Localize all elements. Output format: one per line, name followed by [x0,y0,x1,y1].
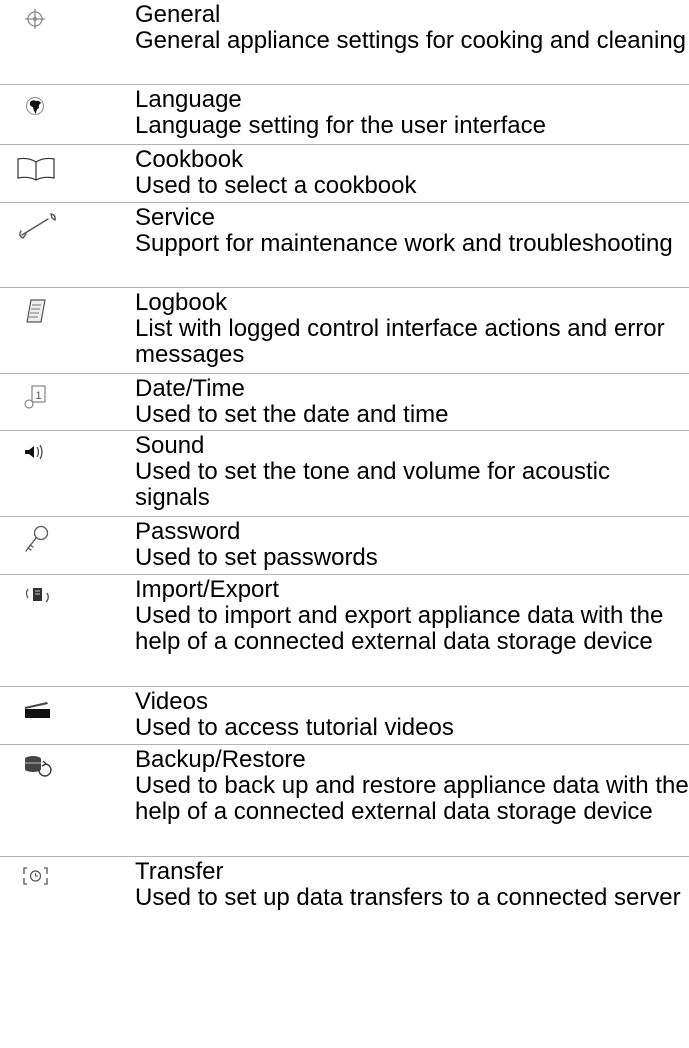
icon-cell [0,517,135,574]
row-description: Language setting for the user interface [135,112,546,139]
svg-text:1: 1 [35,390,41,402]
table-row: Password Used to set passwords [0,517,689,575]
table-row: Transfer Used to set up data transfers t… [0,857,689,948]
text-cell: Transfer Used to set up data transfers t… [135,857,689,948]
text-cell: Password Used to set passwords [135,517,689,574]
icon-cell [0,687,135,744]
row-title: Import/Export [135,576,280,603]
row-description: Used to set the date and time [135,401,449,428]
row-description: Used to back up and restore appliance da… [135,772,689,825]
text-cell: Logbook List with logged control interfa… [135,288,689,373]
steering-wheel-icon [25,9,45,29]
text-cell: Backup/Restore Used to back up and resto… [135,745,689,856]
table-row: Videos Used to access tutorial videos [0,687,689,745]
table-row: 1 Date/Time Used to set the date and tim… [0,374,689,431]
row-title: Sound [135,432,205,459]
row-description: Used to set the tone and volume for acou… [135,458,610,511]
table-row: Import/Export Used to import and export … [0,575,689,687]
table-row: Sound Used to set the tone and volume fo… [0,431,689,517]
text-cell: Sound Used to set the tone and volume fo… [135,431,689,516]
transfer-icon [23,867,48,885]
table-row: General General appliance settings for c… [0,0,689,85]
row-title: Transfer [135,858,224,885]
row-description: Support for maintenance work and trouble… [135,230,673,257]
icon-cell [0,288,135,373]
row-title: Videos [135,688,208,715]
calendar-clock-icon: 1 [24,385,46,409]
table-row: Language Language setting for the user i… [0,85,689,145]
text-cell: Date/Time Used to set the date and time [135,374,689,430]
speaker-icon [25,444,43,460]
wrench-icon [19,213,56,239]
row-description: Used to access tutorial videos [135,714,454,741]
table-row: Backup/Restore Used to back up and resto… [0,745,689,857]
row-title: Language [135,86,242,113]
table-row: Service Support for maintenance work and… [0,203,689,288]
import-export-icon [25,588,49,603]
icon-cell [0,575,135,686]
text-cell: General General appliance settings for c… [135,0,689,84]
row-title: Service [135,204,216,231]
row-description: Used to set up data transfers to a conne… [135,884,681,911]
key-icon [25,525,49,552]
icon-cell [0,0,135,84]
row-title: Date/Time [135,375,245,402]
row-description: Used to set passwords [135,544,378,571]
database-restore-icon [25,756,52,777]
icon-cell [0,85,135,144]
row-title: General [135,1,221,28]
icon-cell [0,203,135,287]
text-cell: Import/Export Used to import and export … [135,575,689,686]
row-description: List with logged control interface actio… [135,315,665,368]
clapperboard-icon [25,702,50,718]
row-title: Logbook [135,289,228,316]
icon-cell [0,145,135,202]
row-description: Used to select a cookbook [135,172,417,199]
text-cell: Videos Used to access tutorial videos [135,687,689,744]
icon-cell [0,745,135,856]
row-title: Cookbook [135,146,244,173]
settings-table: General General appliance settings for c… [0,0,689,948]
globe-icon [25,96,45,116]
notepad-icon [26,299,46,323]
text-cell: Service Support for maintenance work and… [135,203,689,287]
table-row: Logbook List with logged control interfa… [0,288,689,374]
row-title: Backup/Restore [135,746,306,773]
text-cell: Cookbook Used to select a cookbook [135,145,689,202]
icon-cell [0,857,135,948]
table-row: Cookbook Used to select a cookbook [0,145,689,203]
icon-cell [0,431,135,516]
icon-cell: 1 [0,374,135,430]
row-description: General appliance settings for cooking a… [135,27,687,54]
open-book-icon [17,157,55,181]
row-description: Used to import and export appliance data… [135,602,664,655]
row-title: Password [135,518,241,545]
text-cell: Language Language setting for the user i… [135,85,689,144]
